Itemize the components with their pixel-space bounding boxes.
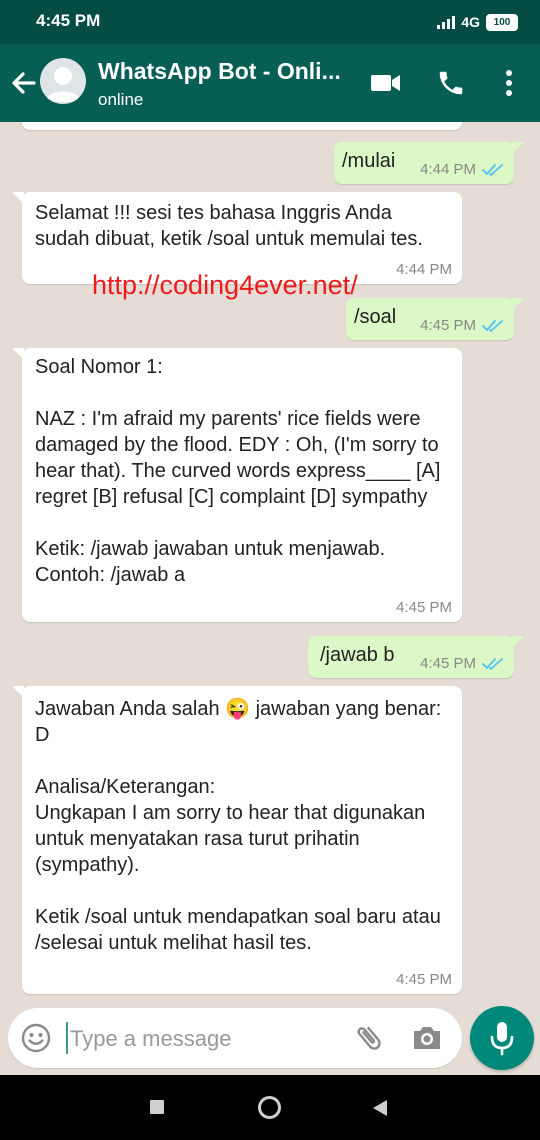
- arrow-left-icon: [12, 72, 36, 94]
- voice-call-button[interactable]: [436, 68, 468, 98]
- read-receipt-icon: [482, 320, 503, 333]
- message-time: 4:45 PM: [396, 599, 452, 616]
- attach-button[interactable]: [352, 1022, 386, 1054]
- read-receipt-icon: [482, 164, 503, 177]
- message-meta: 4:45 PM: [420, 656, 504, 672]
- home-button[interactable]: [258, 1096, 281, 1119]
- message-meta: 4:45 PM: [396, 600, 452, 616]
- message-text: Selamat !!! sesi tes bahasa Inggris Anda…: [35, 202, 423, 250]
- emoji-button[interactable]: [20, 1022, 52, 1054]
- message-text: /mulai: [342, 150, 396, 172]
- overflow-menu-button[interactable]: [494, 68, 524, 98]
- recents-button[interactable]: [150, 1100, 164, 1114]
- outgoing-message[interactable]: /soal 4:45 PM: [346, 298, 524, 340]
- status-bar: 4:45 PM 4G 100: [0, 0, 540, 44]
- status-time: 4:45 PM: [36, 11, 101, 30]
- microphone-icon: [490, 1022, 514, 1056]
- message-input[interactable]: [68, 1022, 342, 1056]
- paperclip-icon: [357, 1026, 381, 1050]
- incoming-message[interactable]: Jawaban Anda salah 😜 jawaban yang benar:…: [12, 686, 462, 994]
- video-call-button[interactable]: [370, 68, 402, 98]
- triangle-back-icon: [373, 1100, 387, 1116]
- status-indicators: 4G 100: [437, 12, 518, 32]
- nav-back-button[interactable]: [372, 1099, 388, 1122]
- signal-icon: [437, 15, 456, 29]
- message-meta: 4:45 PM: [396, 972, 452, 988]
- message-list[interactable]: /mulai 4:44 PM Selamat !!! sesi tes baha…: [0, 122, 540, 1000]
- smiley-icon: [21, 1023, 51, 1053]
- video-camera-icon: [371, 75, 400, 91]
- chat-title[interactable]: WhatsApp Bot - Onli...: [98, 58, 348, 85]
- chat-status: online: [98, 90, 144, 109]
- avatar[interactable]: [40, 58, 86, 104]
- message-text: /soal: [354, 306, 397, 328]
- network-type: 4G: [461, 14, 480, 30]
- message-meta: 4:45 PM: [420, 318, 504, 334]
- camera-icon: [414, 1027, 440, 1049]
- message-text: Soal Nomor 1: NAZ : I'm afraid my parent…: [35, 356, 441, 586]
- message-time: 4:45 PM: [396, 971, 452, 988]
- outgoing-message[interactable]: /mulai 4:44 PM: [334, 142, 524, 184]
- outgoing-message[interactable]: /jawab b 4:45 PM: [308, 636, 524, 678]
- back-button[interactable]: [8, 66, 40, 100]
- message-time: 4:45 PM: [420, 317, 476, 334]
- read-receipt-icon: [482, 658, 503, 671]
- message-composer: [8, 1008, 462, 1068]
- message-meta: 4:44 PM: [396, 262, 452, 278]
- incoming-message[interactable]: Soal Nomor 1: NAZ : I'm afraid my parent…: [12, 348, 462, 622]
- more-vertical-icon: [506, 70, 512, 96]
- chat-header: WhatsApp Bot - Onli... online: [0, 44, 540, 122]
- message-time: 4:44 PM: [420, 161, 476, 178]
- message-text: Jawaban Anda salah 😜 jawaban yang benar:…: [35, 698, 442, 954]
- phone-icon: [439, 71, 463, 95]
- camera-button[interactable]: [410, 1022, 444, 1054]
- watermark-text: http://coding4ever.net/: [92, 270, 358, 300]
- message-text: /jawab b: [320, 644, 395, 666]
- battery-icon: 100: [486, 13, 518, 31]
- voice-message-button[interactable]: [470, 1006, 534, 1070]
- default-avatar-icon: [45, 67, 81, 102]
- system-nav-bar: [0, 1075, 540, 1140]
- message-meta: 4:44 PM: [420, 162, 504, 178]
- previous-message-bubble[interactable]: [22, 122, 462, 130]
- message-time: 4:44 PM: [396, 261, 452, 278]
- message-time: 4:45 PM: [420, 655, 476, 672]
